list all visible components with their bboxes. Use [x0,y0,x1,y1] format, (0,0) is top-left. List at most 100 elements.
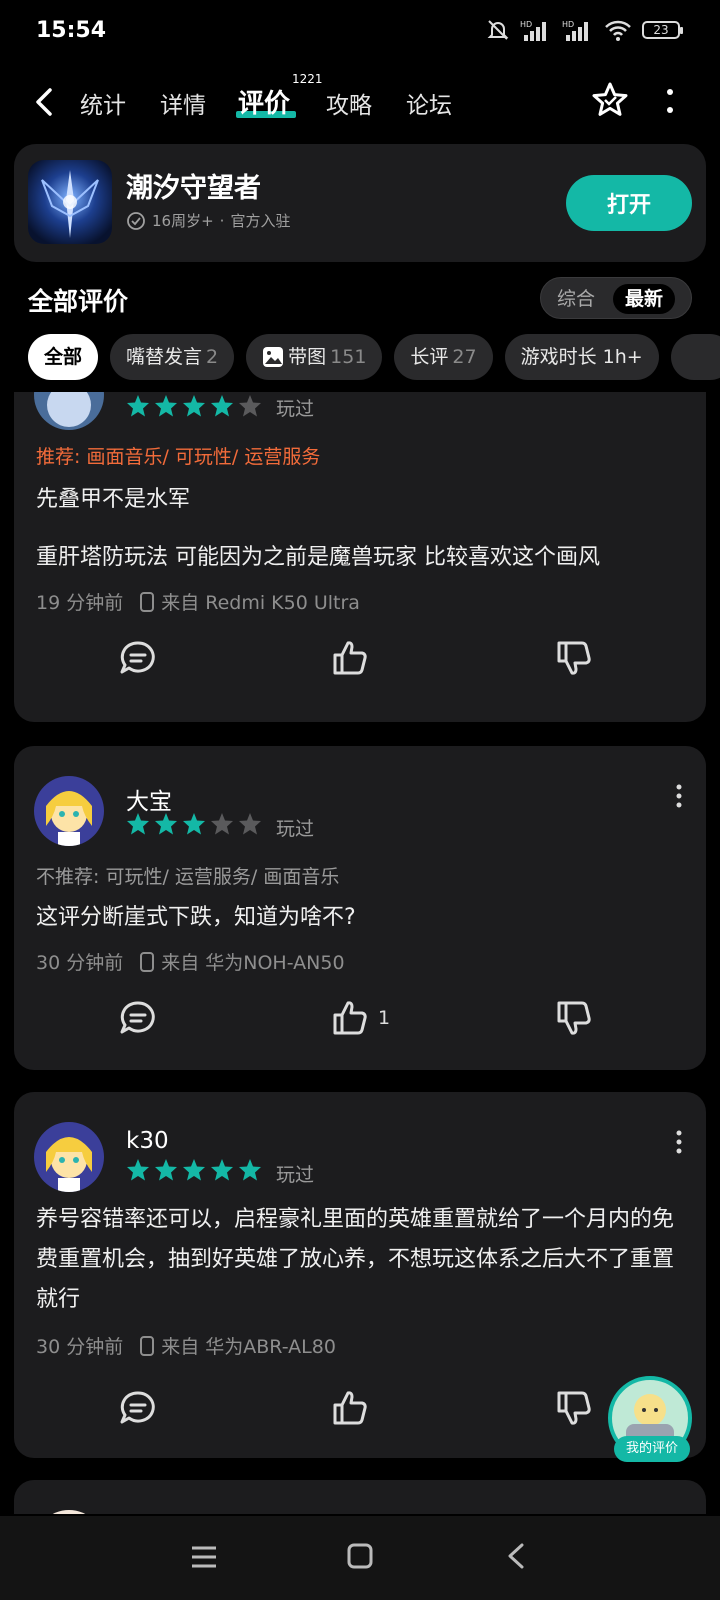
review-card [14,1480,706,1514]
star-favorite-icon[interactable] [590,80,630,120]
star-empty-icon [239,813,261,835]
tab-guides[interactable]: 攻略 [326,86,372,120]
tab-forum[interactable]: 论坛 [406,86,452,120]
recommend-tags: 推荐: 画面音乐/ 可玩性/ 运营服务 [36,442,320,469]
phone-icon [140,951,155,972]
my-review-label[interactable]: 我的评价 [614,1436,690,1462]
sort-option-latest[interactable]: 最新 [613,284,676,314]
more-options-icon[interactable] [676,784,682,808]
tab-statistics[interactable]: 统计 [80,86,126,120]
thumbs-up-icon [333,1001,367,1035]
star-icon [211,395,233,417]
sort-option-comprehensive[interactable]: 综合 [545,284,607,314]
more-options-icon[interactable] [676,1130,682,1154]
avatar[interactable] [34,1510,104,1514]
dislike-button[interactable] [554,638,594,678]
official-label: 官方入驻 [230,212,291,230]
like-button[interactable]: 1 [330,998,390,1038]
tab-reviews[interactable]: 评价 [238,83,290,120]
home-icon[interactable] [346,1542,374,1570]
battery-level: 23 [653,23,669,37]
star-icon [155,813,177,835]
star-icon [183,1159,205,1181]
review-meta: 19 分钟前 来自 Redmi K50 Ultra [36,588,360,615]
more-vertical-icon[interactable] [660,86,680,116]
chip-count: 27 [452,346,477,368]
review-card: 大宝 玩过 不推荐: 可玩性/ 运营服务/ 画面音乐 这评分断崖式下跌，知道为啥… [14,746,706,1070]
review-device: 来自 Redmi K50 Ultra [161,592,360,614]
chip-label: 长评 [410,346,449,368]
review-list: 玩过 推荐: 画面音乐/ 可玩性/ 运营服务 先叠甲不是水军 重肝塔防玩法 可能… [0,392,720,1514]
filter-more[interactable] [670,334,720,380]
star-icon [211,1159,233,1181]
review-username[interactable]: 大宝 [126,782,172,816]
avatar[interactable] [34,392,104,430]
review-username[interactable]: k30 [126,1128,169,1154]
comment-icon [120,641,155,674]
rating-stars [126,394,262,418]
like-button[interactable] [330,1388,378,1428]
review-device: 来自 华为NOH-AN50 [161,952,345,974]
tag-list: 画面音乐/ 可玩性/ 运营服务 [86,446,321,468]
wifi-icon [605,20,631,41]
tag-prefix: 不推荐: [36,866,106,888]
star-empty-icon [239,395,261,417]
tag-prefix: 推荐: [36,446,87,468]
system-nav-bar [0,1516,720,1600]
star-icon [155,395,177,417]
filter-playtime[interactable]: 游戏时长 1h+ [504,334,659,380]
status-time: 15:54 [36,18,107,43]
star-icon [127,1159,149,1181]
avatar[interactable] [34,776,104,846]
play-status: 玩过 [276,818,315,840]
play-status: 玩过 [276,1164,315,1186]
filter-long-reviews[interactable]: 长评 27 [394,334,493,380]
comment-icon [120,1001,155,1034]
comment-button[interactable] [118,638,158,678]
mute-bell-icon [487,20,509,40]
like-count: 1 [378,1007,391,1029]
chip-label: 嘴替发言 [126,346,203,368]
system-back-icon[interactable] [504,1542,528,1570]
back-icon[interactable] [30,84,60,120]
signal-hd-icon-2: HD [562,20,588,41]
star-icon [183,813,205,835]
filter-all[interactable]: 全部 [28,334,99,380]
review-card: 玩过 推荐: 画面音乐/ 可玩性/ 运营服务 先叠甲不是水军 重肝塔防玩法 可能… [14,392,706,722]
like-button[interactable] [330,638,378,678]
section-title: 全部评价 [28,287,129,316]
review-time: 30 分钟前 [36,1336,124,1358]
review-time: 30 分钟前 [36,952,124,974]
svg-text:HD: HD [562,20,574,29]
open-button[interactable]: 打开 [566,175,692,231]
tab-details[interactable]: 详情 [160,86,206,120]
star-icon [127,813,149,835]
chip-label: 带图 [288,346,327,368]
reviews-count-badge: 1221 [292,72,323,86]
comment-button[interactable] [118,1388,158,1428]
dislike-button[interactable] [554,1388,594,1428]
review-card: k30 玩过 养号容错率还可以，启程豪礼里面的英雄重置就给了一个月内的免费重置机… [14,1092,706,1458]
sort-toggle: 综合 最新 [540,277,692,319]
comment-button[interactable] [118,998,158,1038]
filter-quotes[interactable]: 嘴替发言 2 [110,334,235,380]
avatar[interactable] [34,1122,104,1192]
dislike-button[interactable] [554,998,594,1038]
phone-icon [140,591,155,612]
filter-chips: 全部 嘴替发言 2 带图 151 长评 27 游戏时长 1h+ [28,334,720,380]
age-rating: 16周岁+ [152,212,214,230]
app-icon[interactable] [28,160,112,244]
chip-label: 全部 [44,346,83,368]
tag-list: 可玩性/ 运营服务/ 画面音乐 [105,866,340,888]
review-meta: 30 分钟前 来自 华为ABR-AL80 [36,1332,336,1359]
chip-label: 游戏时长 1h+ [520,346,643,368]
app-meta: 16周岁+ · 官方入驻 [126,210,290,231]
filter-with-images[interactable]: 带图 151 [246,334,383,380]
menu-icon[interactable] [190,1544,218,1570]
image-icon [263,347,284,367]
svg-text:HD: HD [520,20,532,29]
game-logo-icon [28,160,112,244]
star-icon [155,1159,177,1181]
rating-stars [126,812,262,836]
review-paragraph: 养号容错率还可以，启程豪礼里面的英雄重置就给了一个月内的免费重置机会，抽到好英雄… [36,1207,675,1312]
